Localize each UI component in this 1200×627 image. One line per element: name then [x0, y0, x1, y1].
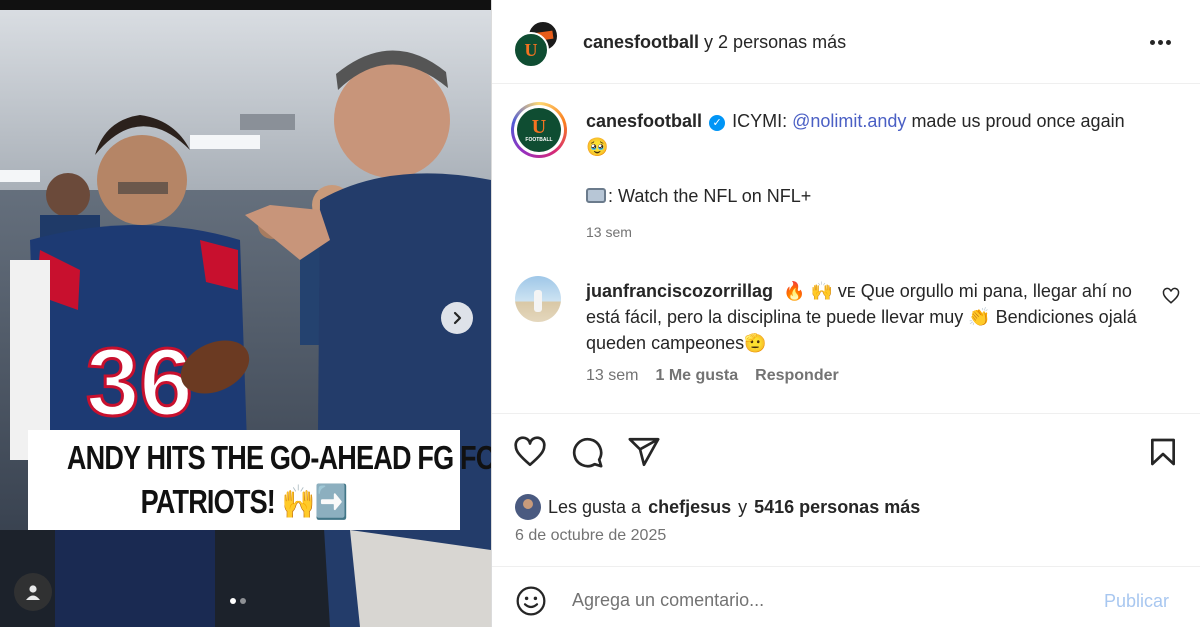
- add-comment-bar: Publicar: [492, 566, 1200, 627]
- like-button[interactable]: [512, 434, 548, 470]
- carousel-indicator: [230, 598, 246, 604]
- comment-like-heart-icon[interactable]: [1162, 287, 1180, 305]
- comment-reply-button[interactable]: Responder: [755, 367, 839, 385]
- miami-u-logo-icon: U: [531, 116, 547, 138]
- headline-line-1: ANDY HITS THE GO-AHEAD FG FOR THE: [66, 439, 491, 476]
- caption-line-2-text: : Watch the NFL on NFL+: [608, 186, 812, 206]
- comment-meta: 13 sem 1 Me gusta Responder: [586, 367, 839, 385]
- liker-avatar[interactable]: [515, 494, 541, 520]
- miami-u-logo-icon: U: [524, 40, 538, 60]
- headline-overlay: ANDY HITS THE GO-AHEAD FG FOR THE PATRIO…: [28, 430, 491, 530]
- likes-count-link[interactable]: 5416 personas más: [754, 497, 920, 518]
- likes-summary: Les gusta a chefjesus y 5416 personas má…: [515, 494, 920, 520]
- speech-bubble-icon: [572, 437, 603, 468]
- locker-room-photo: 36: [0, 10, 491, 627]
- likes-prefix: Les gusta a: [548, 496, 642, 517]
- headline-line-2: PATRIOTS! 🙌➡️: [140, 483, 349, 520]
- caption-timestamp[interactable]: 13 sem: [586, 224, 632, 240]
- dot-icon: [1149, 39, 1155, 45]
- verified-badge-icon: ✓: [709, 115, 726, 131]
- post-media[interactable]: 36 ANDY HITS THE GO-AHEAD FG FOR THE PAT…: [0, 0, 491, 627]
- caption-line-2: : Watch the NFL on NFL+: [586, 186, 811, 207]
- caption-avatar[interactable]: U FOOTBALL: [511, 102, 567, 158]
- dot-icon: [1157, 39, 1163, 45]
- dot-icon: [1165, 39, 1171, 45]
- user-icon: [26, 585, 40, 600]
- liker-username[interactable]: chefjesus: [648, 497, 731, 518]
- caption-username[interactable]: canesfootball: [586, 111, 702, 131]
- next-slide-button[interactable]: [441, 302, 473, 334]
- post-side-panel: U canesfootball y 2 personas más U FOOTB…: [491, 0, 1200, 627]
- football-wordmark: FOOTBALL: [525, 137, 553, 143]
- comment-button[interactable]: [569, 434, 605, 470]
- publish-button[interactable]: Publicar: [1104, 591, 1169, 612]
- bookmark-icon: [1151, 438, 1175, 466]
- post-date[interactable]: 6 de octubre de 2025: [515, 527, 666, 545]
- collab-avatars[interactable]: U: [513, 20, 563, 68]
- share-button[interactable]: [626, 434, 662, 470]
- carousel-dot-active: [230, 598, 236, 604]
- comment-username[interactable]: juanfranciscozorrillag: [586, 281, 773, 301]
- paper-plane-icon: [628, 437, 660, 467]
- collab-avatar-primary: U: [513, 32, 549, 68]
- header-title: canesfootball y 2 personas más: [583, 32, 846, 53]
- media-top-bar: [0, 0, 491, 10]
- comment-body: juanfranciscozorrillag 🔥 🙌 ᴠᴇ Que orgull…: [586, 278, 1146, 356]
- save-button[interactable]: [1145, 434, 1181, 470]
- tv-emoji-icon: [586, 188, 606, 203]
- svg-text:36: 36: [86, 329, 193, 436]
- caption-mention-link[interactable]: @nolimit.andy: [792, 111, 906, 131]
- heart-icon: [514, 436, 546, 467]
- comment-item: juanfranciscozorrillag 🔥 🙌 ᴠᴇ Que orgull…: [492, 270, 1200, 400]
- likes-middle: y: [738, 496, 748, 517]
- comment-time[interactable]: 13 sem: [586, 367, 638, 385]
- caption-prefix: ICYMI:: [732, 111, 788, 131]
- header-account-link[interactable]: canesfootball: [583, 32, 699, 52]
- comment-input[interactable]: [572, 585, 1072, 615]
- more-options-button[interactable]: [1145, 30, 1175, 54]
- header-collab-text[interactable]: y 2 personas más: [704, 32, 846, 52]
- post-header: U canesfootball y 2 personas más: [492, 0, 1200, 84]
- comment-avatar[interactable]: [515, 276, 561, 322]
- tagged-users-button[interactable]: [14, 573, 52, 611]
- caption-text: canesfootball ✓ ICYMI: @nolimit.andy mad…: [586, 108, 1146, 160]
- comment-likes-count[interactable]: 1 Me gusta: [655, 367, 738, 385]
- emoji-picker-smiley-icon[interactable]: [515, 585, 547, 617]
- carousel-dot: [240, 598, 246, 604]
- post-actions: Les gusta a chefjesus y 5416 personas má…: [492, 413, 1200, 573]
- chevron-right-icon: [453, 311, 462, 325]
